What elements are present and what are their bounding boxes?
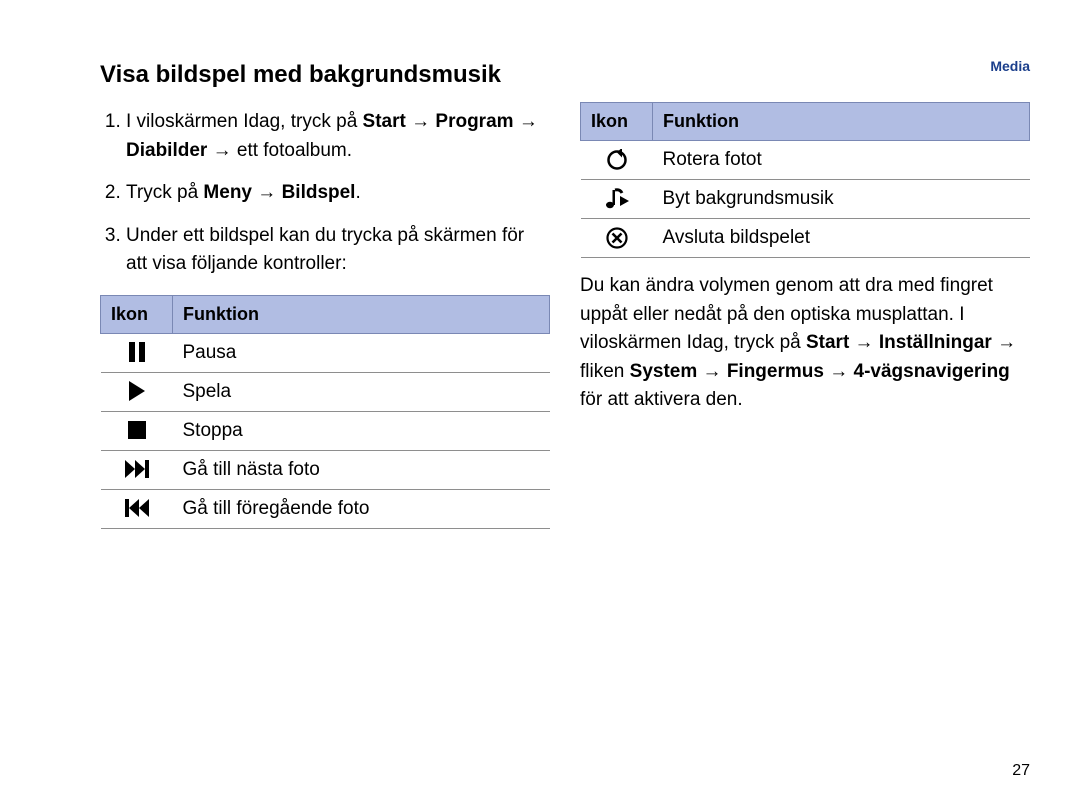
close-icon: [606, 227, 628, 249]
prev-icon: [125, 499, 149, 517]
stop-icon: [128, 421, 146, 439]
page-content: Visa bildspel med bakgrundsmusik I vilos…: [0, 0, 1080, 569]
header-section-label: Media: [990, 58, 1030, 74]
rotate-icon: [606, 149, 628, 171]
function-label: Gå till nästa foto: [173, 450, 550, 489]
section-title: Visa bildspel med bakgrundsmusik: [100, 60, 550, 90]
page-number: 27: [1012, 762, 1030, 780]
instruction-steps: I viloskärmen Idag, tryck på Start → Pro…: [100, 108, 550, 279]
table-row: Spela: [101, 372, 550, 411]
left-column: Visa bildspel med bakgrundsmusik I vilos…: [100, 60, 550, 529]
next-icon: [125, 460, 149, 478]
table-row: Rotera fotot: [581, 141, 1030, 180]
function-label: Pausa: [173, 333, 550, 372]
step-2: Tryck på Meny → Bildspel.: [126, 179, 550, 208]
function-label: Byt bakgrundsmusik: [653, 180, 1030, 219]
pause-icon: [128, 342, 146, 362]
table-row: Pausa: [101, 333, 550, 372]
th-ikon: Ikon: [101, 295, 173, 333]
step-1: I viloskärmen Idag, tryck på Start → Pro…: [126, 108, 550, 165]
function-label: Spela: [173, 372, 550, 411]
function-label: Rotera fotot: [653, 141, 1030, 180]
step-3: Under ett bildspel kan du trycka på skär…: [126, 222, 550, 279]
table-row: Avsluta bildspelet: [581, 219, 1030, 258]
table-row: Gå till föregående foto: [101, 489, 550, 528]
th-ikon: Ikon: [581, 103, 653, 141]
table-row: Gå till nästa foto: [101, 450, 550, 489]
music-icon: [605, 188, 629, 210]
controls-table-left: Ikon Funktion Pausa Spela: [100, 295, 550, 529]
th-funktion: Funktion: [653, 103, 1030, 141]
table-row: Stoppa: [101, 411, 550, 450]
play-icon: [128, 381, 146, 401]
th-funktion: Funktion: [173, 295, 550, 333]
function-label: Gå till föregående foto: [173, 489, 550, 528]
function-label: Stoppa: [173, 411, 550, 450]
controls-table-right: Ikon Funktion Rotera fotot Byt bakgrunds…: [580, 102, 1030, 258]
right-column: Ikon Funktion Rotera fotot Byt bakgrunds…: [580, 60, 1030, 529]
volume-paragraph: Du kan ändra volymen genom att dra med f…: [580, 272, 1030, 415]
table-row: Byt bakgrundsmusik: [581, 180, 1030, 219]
function-label: Avsluta bildspelet: [653, 219, 1030, 258]
